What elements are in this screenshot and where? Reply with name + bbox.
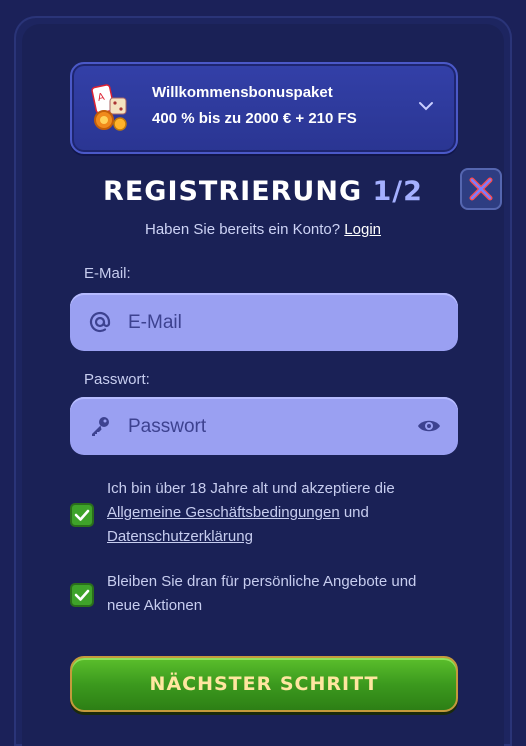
terms-checkbox[interactable] xyxy=(70,503,94,527)
password-input[interactable] xyxy=(126,397,410,457)
title-text: REGISTRIERUNG xyxy=(103,176,363,207)
agb-link[interactable]: Allgemeine Geschäftsbedingungen xyxy=(107,504,340,521)
bonus-detail: 400 % bis zu 2000 € + 210 FS xyxy=(152,110,357,127)
privacy-link[interactable]: Datenschutzerklärung xyxy=(107,528,253,545)
chevron-down-icon[interactable] xyxy=(416,96,436,116)
step-indicator: 1/2 xyxy=(372,176,423,207)
offers-checkbox[interactable] xyxy=(70,583,94,607)
eye-icon[interactable] xyxy=(416,415,442,437)
email-field-wrapper[interactable] xyxy=(70,293,458,353)
close-button[interactable] xyxy=(460,168,502,210)
terms-text: Ich bin über 18 Jahre alt und akzeptiere… xyxy=(107,477,427,549)
terms-and: und xyxy=(343,504,369,521)
terms-text-before: Ich bin über 18 Jahre alt und akzeptiere… xyxy=(107,480,395,497)
checkmark-icon xyxy=(74,509,90,521)
checkmark-icon xyxy=(74,589,90,601)
bonus-title: Willkommensbonuspaket xyxy=(152,84,333,101)
login-prompt-text: Haben Sie bereits ein Konto? xyxy=(144,221,341,238)
password-label: Passwort: xyxy=(84,371,150,388)
login-link[interactable]: Login xyxy=(344,221,381,238)
next-step-button[interactable]: NÄCHSTER SCHRITT xyxy=(70,656,458,712)
offers-text: Bleiben Sie dran für persönliche Angebot… xyxy=(107,573,417,614)
key-icon xyxy=(88,414,112,438)
page-title: REGISTRIERUNG 1/2 xyxy=(0,176,526,207)
email-label: E-Mail: xyxy=(84,265,131,282)
welcome-bonus-banner[interactable]: A Willkommensbonuspaket 400 % bis zu 200… xyxy=(70,62,458,154)
password-field-wrapper[interactable] xyxy=(70,397,458,457)
email-input[interactable] xyxy=(126,293,410,353)
at-icon xyxy=(88,310,112,334)
login-prompt: Haben Sie bereits ein Konto? Login xyxy=(0,221,526,238)
close-icon xyxy=(467,175,495,208)
dice-chips-icon: A xyxy=(90,82,134,132)
